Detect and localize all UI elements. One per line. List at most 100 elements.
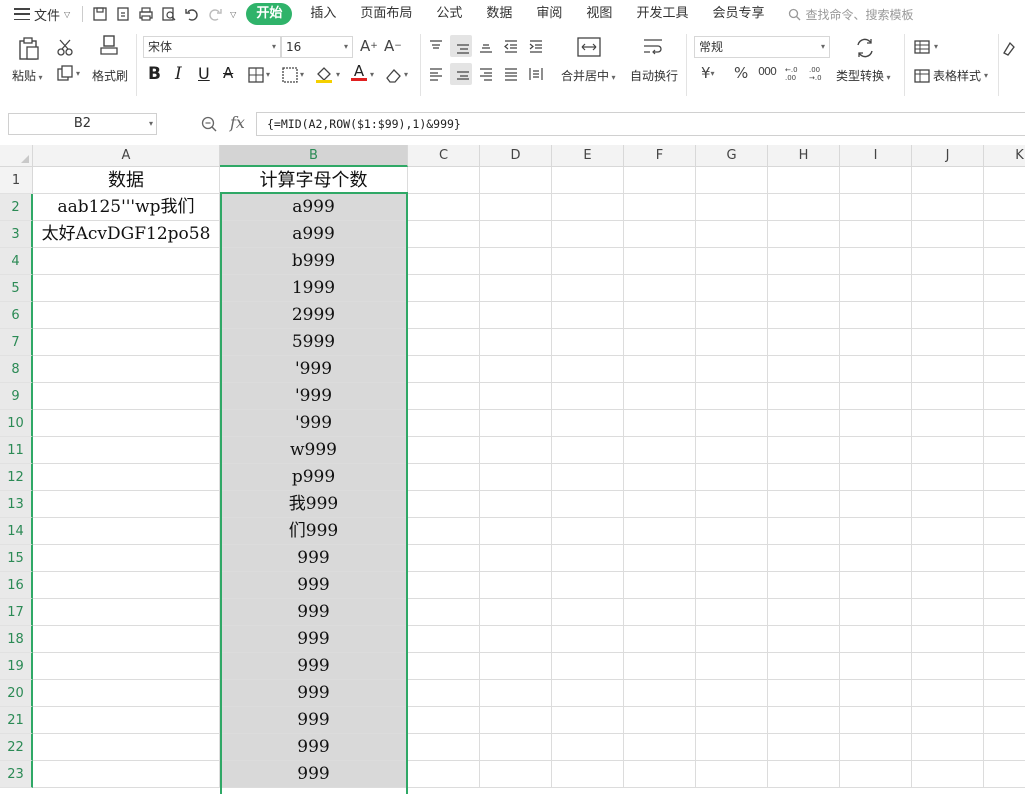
cell-d23[interactable] bbox=[480, 761, 552, 788]
cell-e21[interactable] bbox=[552, 707, 624, 734]
tab-formulas[interactable]: 公式 bbox=[424, 3, 474, 25]
cell-h12[interactable] bbox=[768, 464, 840, 491]
cell-c19[interactable] bbox=[408, 653, 480, 680]
cell-j5[interactable] bbox=[912, 275, 984, 302]
cell-i8[interactable] bbox=[840, 356, 912, 383]
cell-e6[interactable] bbox=[552, 302, 624, 329]
cell-a5[interactable] bbox=[33, 275, 220, 302]
row-header-18[interactable]: 18 bbox=[0, 626, 33, 653]
row-header-16[interactable]: 16 bbox=[0, 572, 33, 599]
cell-d22[interactable] bbox=[480, 734, 552, 761]
cell-b23[interactable]: 999 bbox=[220, 761, 408, 788]
bold-icon[interactable]: B bbox=[148, 64, 161, 84]
cell-k4[interactable] bbox=[984, 248, 1025, 275]
font-size-select[interactable]: 16 ▾ bbox=[281, 36, 353, 58]
cell-e17[interactable] bbox=[552, 599, 624, 626]
cell-b18[interactable]: 999 bbox=[220, 626, 408, 653]
cell-b8[interactable]: '999 bbox=[220, 356, 408, 383]
cell-e2[interactable] bbox=[552, 194, 624, 221]
cell-d1[interactable] bbox=[480, 167, 552, 194]
cell-g4[interactable] bbox=[696, 248, 768, 275]
row-header-5[interactable]: 5 bbox=[0, 275, 33, 302]
tab-review[interactable]: 审阅 bbox=[524, 3, 574, 25]
row-header-21[interactable]: 21 bbox=[0, 707, 33, 734]
distributed-align-icon[interactable] bbox=[528, 66, 544, 82]
cell-h21[interactable] bbox=[768, 707, 840, 734]
tab-insert[interactable]: 插入 bbox=[298, 3, 348, 25]
fill-color-icon[interactable] bbox=[314, 64, 334, 84]
cell-i9[interactable] bbox=[840, 383, 912, 410]
cell-c11[interactable] bbox=[408, 437, 480, 464]
cell-c4[interactable] bbox=[408, 248, 480, 275]
cell-k20[interactable] bbox=[984, 680, 1025, 707]
cell-e13[interactable] bbox=[552, 491, 624, 518]
row-header-13[interactable]: 13 bbox=[0, 491, 33, 518]
cell-b21[interactable]: 999 bbox=[220, 707, 408, 734]
cell-e12[interactable] bbox=[552, 464, 624, 491]
cell-a23[interactable] bbox=[33, 761, 220, 788]
cell-f17[interactable] bbox=[624, 599, 696, 626]
cell-b7[interactable]: 5999 bbox=[220, 329, 408, 356]
cell-f13[interactable] bbox=[624, 491, 696, 518]
cell-f11[interactable] bbox=[624, 437, 696, 464]
align-right-icon[interactable] bbox=[478, 66, 494, 82]
cell-f19[interactable] bbox=[624, 653, 696, 680]
chevron-down-icon[interactable]: ▾ bbox=[76, 69, 80, 78]
cell-f18[interactable] bbox=[624, 626, 696, 653]
cell-c15[interactable] bbox=[408, 545, 480, 572]
cell-d3[interactable] bbox=[480, 221, 552, 248]
cell-e10[interactable] bbox=[552, 410, 624, 437]
cell-e1[interactable] bbox=[552, 167, 624, 194]
cell-h23[interactable] bbox=[768, 761, 840, 788]
row-header-19[interactable]: 19 bbox=[0, 653, 33, 680]
cell-e15[interactable] bbox=[552, 545, 624, 572]
cell-b14[interactable]: 们999 bbox=[220, 518, 408, 545]
cell-i18[interactable] bbox=[840, 626, 912, 653]
cell-d8[interactable] bbox=[480, 356, 552, 383]
cell-a1[interactable]: 数据 bbox=[33, 167, 220, 194]
cell-k10[interactable] bbox=[984, 410, 1025, 437]
cell-b10[interactable]: '999 bbox=[220, 410, 408, 437]
cell-e19[interactable] bbox=[552, 653, 624, 680]
row-header-14[interactable]: 14 bbox=[0, 518, 33, 545]
row-header-23[interactable]: 23 bbox=[0, 761, 33, 788]
tab-home[interactable]: 开始 bbox=[246, 3, 293, 25]
cell-a20[interactable] bbox=[33, 680, 220, 707]
merge-center-icon[interactable] bbox=[576, 34, 602, 60]
cell-j14[interactable] bbox=[912, 518, 984, 545]
cell-i2[interactable] bbox=[840, 194, 912, 221]
cell-k17[interactable] bbox=[984, 599, 1025, 626]
cell-a4[interactable] bbox=[33, 248, 220, 275]
cell-i13[interactable] bbox=[840, 491, 912, 518]
cell-g1[interactable] bbox=[696, 167, 768, 194]
increase-indent-icon[interactable] bbox=[528, 38, 544, 54]
cell-j4[interactable] bbox=[912, 248, 984, 275]
cell-b12[interactable]: p999 bbox=[220, 464, 408, 491]
cell-d2[interactable] bbox=[480, 194, 552, 221]
row-header-10[interactable]: 10 bbox=[0, 410, 33, 437]
cell-k16[interactable] bbox=[984, 572, 1025, 599]
cell-i16[interactable] bbox=[840, 572, 912, 599]
cell-j10[interactable] bbox=[912, 410, 984, 437]
cell-e16[interactable] bbox=[552, 572, 624, 599]
row-header-2[interactable]: 2 bbox=[0, 194, 33, 221]
cell-k21[interactable] bbox=[984, 707, 1025, 734]
cell-b2[interactable]: a999 bbox=[220, 194, 408, 221]
cell-g11[interactable] bbox=[696, 437, 768, 464]
cell-d15[interactable] bbox=[480, 545, 552, 572]
name-box[interactable]: B2 ▾ bbox=[8, 113, 157, 135]
table-style-button[interactable]: 表格样式 ▾ bbox=[914, 67, 988, 84]
row-header-22[interactable]: 22 bbox=[0, 734, 33, 761]
cell-j15[interactable] bbox=[912, 545, 984, 572]
cell-i21[interactable] bbox=[840, 707, 912, 734]
cell-k7[interactable] bbox=[984, 329, 1025, 356]
cell-i5[interactable] bbox=[840, 275, 912, 302]
cell-j7[interactable] bbox=[912, 329, 984, 356]
cell-c16[interactable] bbox=[408, 572, 480, 599]
cell-j9[interactable] bbox=[912, 383, 984, 410]
row-header-15[interactable]: 15 bbox=[0, 545, 33, 572]
cell-i22[interactable] bbox=[840, 734, 912, 761]
cell-c18[interactable] bbox=[408, 626, 480, 653]
fill-pattern-icon[interactable] bbox=[281, 66, 299, 84]
cell-g14[interactable] bbox=[696, 518, 768, 545]
